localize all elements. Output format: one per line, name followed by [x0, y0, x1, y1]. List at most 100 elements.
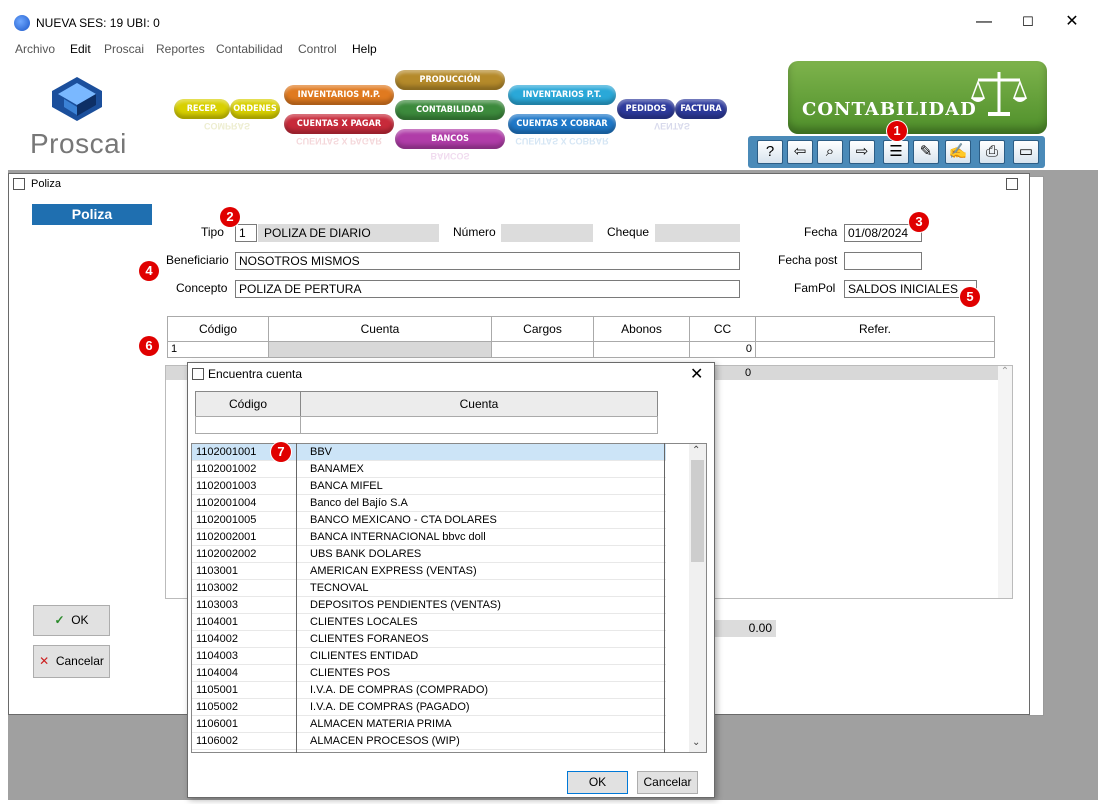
grid-cell-refer[interactable] — [755, 341, 995, 358]
beneficiario-field[interactable]: NOSOTROS MISMOS — [235, 252, 740, 270]
document-icon[interactable]: ✎ — [913, 140, 939, 164]
fampol-label: FamPol — [794, 281, 836, 295]
account-code: 1102001001 — [196, 446, 257, 458]
entries-scrollbar[interactable]: ⌃ — [998, 366, 1012, 598]
account-row[interactable]: 1104001 CLIENTES LOCALES — [192, 614, 666, 631]
grid-header-cc[interactable]: CC — [689, 316, 756, 342]
module-recep-button[interactable]: RECEP. — [174, 99, 230, 119]
scrollbar-thumb[interactable] — [691, 460, 704, 562]
list-icon[interactable]: ☰ — [883, 140, 909, 164]
account-row[interactable]: 1102001001 BBV — [192, 444, 666, 461]
ok-button[interactable]: ✓ OK — [33, 605, 110, 636]
menu-reportes[interactable]: Reportes — [156, 42, 205, 56]
grid-cell-cargos[interactable] — [491, 341, 594, 358]
module-factura-button[interactable]: FACTURA — [675, 99, 727, 119]
grid-cell-abonos[interactable] — [593, 341, 690, 358]
account-name: CLIENTES LOCALES — [310, 616, 418, 628]
account-row[interactable]: 1102001005 BANCO MEXICANO - CTA DOLARES — [192, 512, 666, 529]
module-produccion-button[interactable]: PRODUCCIÓN — [395, 70, 505, 90]
cancel-button[interactable]: ✕ Cancelar — [33, 645, 110, 678]
grid-cell-codigo[interactable]: 1 — [167, 341, 269, 358]
close-button[interactable]: ✕ — [1050, 10, 1094, 34]
cheque-field[interactable] — [655, 224, 740, 242]
grid-header-codigo[interactable]: Código — [167, 316, 269, 342]
account-name: BANCA MIFEL — [310, 480, 383, 492]
grid-header-abonos[interactable]: Abonos — [593, 316, 690, 342]
account-row[interactable]: 1102001004 Banco del Bajío S.A — [192, 495, 666, 512]
module-cxc-reflection: CUENTAS X COBRAR — [515, 136, 609, 146]
menu-contabilidad[interactable]: Contabilidad — [216, 42, 283, 56]
scroll-up-icon[interactable]: ⌃ — [692, 445, 700, 456]
account-row[interactable]: 1102001002 BANAMEX — [192, 461, 666, 478]
account-row[interactable]: 1102001003 BANCA MIFEL — [192, 478, 666, 495]
fecha-post-field[interactable] — [844, 252, 922, 270]
account-code: 1102001002 — [196, 463, 257, 475]
maximize-icon[interactable] — [1006, 178, 1018, 190]
menu-control[interactable]: Control — [298, 42, 337, 56]
account-row[interactable]: 1103003 DEPOSITOS PENDIENTES (VENTAS) — [192, 597, 666, 614]
account-row[interactable]: 1102002002 UBS BANK DOLARES — [192, 546, 666, 563]
fampol-field[interactable]: SALDOS INICIALES — [844, 280, 977, 298]
concepto-field[interactable]: POLIZA DE PERTURA — [235, 280, 740, 298]
account-row[interactable]: 1103002 TECNOVAL — [192, 580, 666, 597]
scroll-down-icon[interactable]: ⌄ — [692, 737, 700, 748]
dialog-search-codigo[interactable] — [195, 416, 301, 434]
module-cuentas-pagar-button[interactable]: CUENTAS X PAGAR — [284, 114, 394, 134]
dialog-header-cuenta[interactable]: Cuenta — [300, 391, 658, 417]
account-row[interactable]: 1104004 CLIENTES POS — [192, 665, 666, 682]
grid-cell-cc[interactable]: 0 — [689, 341, 756, 358]
account-row[interactable]: 1106002 ALMACEN PROCESOS (WIP) — [192, 733, 666, 750]
numero-field[interactable] — [501, 224, 593, 242]
dialog-header-codigo[interactable]: Código — [195, 391, 301, 417]
dialog-ok-button[interactable]: OK — [567, 771, 628, 794]
module-ordenes-button[interactable]: ORDENES — [230, 99, 280, 119]
print-icon[interactable]: ⎙ — [979, 140, 1005, 164]
module-bancos-reflection: BANCOS — [430, 151, 470, 161]
minimize-button[interactable]: — — [962, 10, 1006, 34]
module-bancos-button[interactable]: BANCOS — [395, 129, 505, 149]
account-name: BANAMEX — [310, 463, 364, 475]
grid-header-refer[interactable]: Refer. — [755, 316, 995, 342]
account-row[interactable]: 1106003 ALMACEN PRODUCTO TERMINADO — [192, 750, 666, 752]
grid-header-cuenta[interactable]: Cuenta — [268, 316, 492, 342]
account-row[interactable]: 1102002001 BANCA INTERNACIONAL bbvc doll — [192, 529, 666, 546]
callout-badge-7: 7 — [271, 442, 291, 462]
module-cuentas-cobrar-button[interactable]: CUENTAS X COBRAR — [508, 114, 616, 134]
help-icon[interactable]: ? — [757, 140, 783, 164]
dialog-search-cuenta[interactable] — [300, 416, 658, 434]
module-inventarios-mp-button[interactable]: INVENTARIOS M.P. — [284, 85, 394, 105]
maximize-button[interactable]: ☐ — [1006, 10, 1050, 34]
account-code: 1103003 — [196, 599, 239, 611]
arrow-right-icon[interactable]: ⇨ — [849, 140, 875, 164]
tipo-field[interactable]: 1 — [235, 224, 257, 242]
module-contabilidad-button[interactable]: CONTABILIDAD — [395, 100, 505, 120]
account-row[interactable]: 1106001 ALMACEN MATERIA PRIMA — [192, 716, 666, 733]
menu-archivo[interactable]: Archivo — [15, 42, 55, 56]
menu-help[interactable]: Help — [352, 42, 377, 56]
dialog-close-icon[interactable]: ✕ — [690, 364, 703, 384]
account-code: 1104002 — [196, 633, 239, 645]
account-row[interactable]: 1103001 AMERICAN EXPRESS (VENTAS) — [192, 563, 666, 580]
search-icon[interactable]: ⌕ — [817, 140, 843, 164]
dialog-cancel-button[interactable]: Cancelar — [637, 771, 698, 794]
account-name: I.V.A. DE COMPRAS (PAGADO) — [310, 701, 470, 713]
menu-edit[interactable]: Edit — [70, 42, 91, 56]
account-row[interactable]: 1104002 CLIENTES FORANEOS — [192, 631, 666, 648]
poliza-tab[interactable]: Poliza — [32, 204, 152, 225]
total-amount: 0.00 — [714, 620, 776, 637]
column-divider — [664, 443, 665, 753]
module-inventarios-pt-button[interactable]: INVENTARIOS P.T. — [508, 85, 616, 105]
tipo-label: Tipo — [201, 225, 224, 239]
account-row[interactable]: 1105001 I.V.A. DE COMPRAS (COMPRADO) — [192, 682, 666, 699]
grid-header-cargos[interactable]: Cargos — [491, 316, 594, 342]
arrow-left-icon[interactable]: ⇦ — [787, 140, 813, 164]
edit-icon[interactable]: ✍ — [945, 140, 971, 164]
account-row[interactable]: 1105002 I.V.A. DE COMPRAS (PAGADO) — [192, 699, 666, 716]
poliza-window-title: Poliza — [31, 178, 61, 190]
menu-proscai[interactable]: Proscai — [104, 42, 144, 56]
account-list[interactable]: 1102001001 BBV 1102001002 BANAMEX 1102001003… — [191, 443, 707, 753]
globe-icon — [14, 15, 30, 31]
account-row[interactable]: 1104003 CILIENTES ENTIDAD — [192, 648, 666, 665]
window-icon[interactable]: ▭ — [1013, 140, 1039, 164]
module-pedidos-button[interactable]: PEDIDOS — [617, 99, 675, 119]
